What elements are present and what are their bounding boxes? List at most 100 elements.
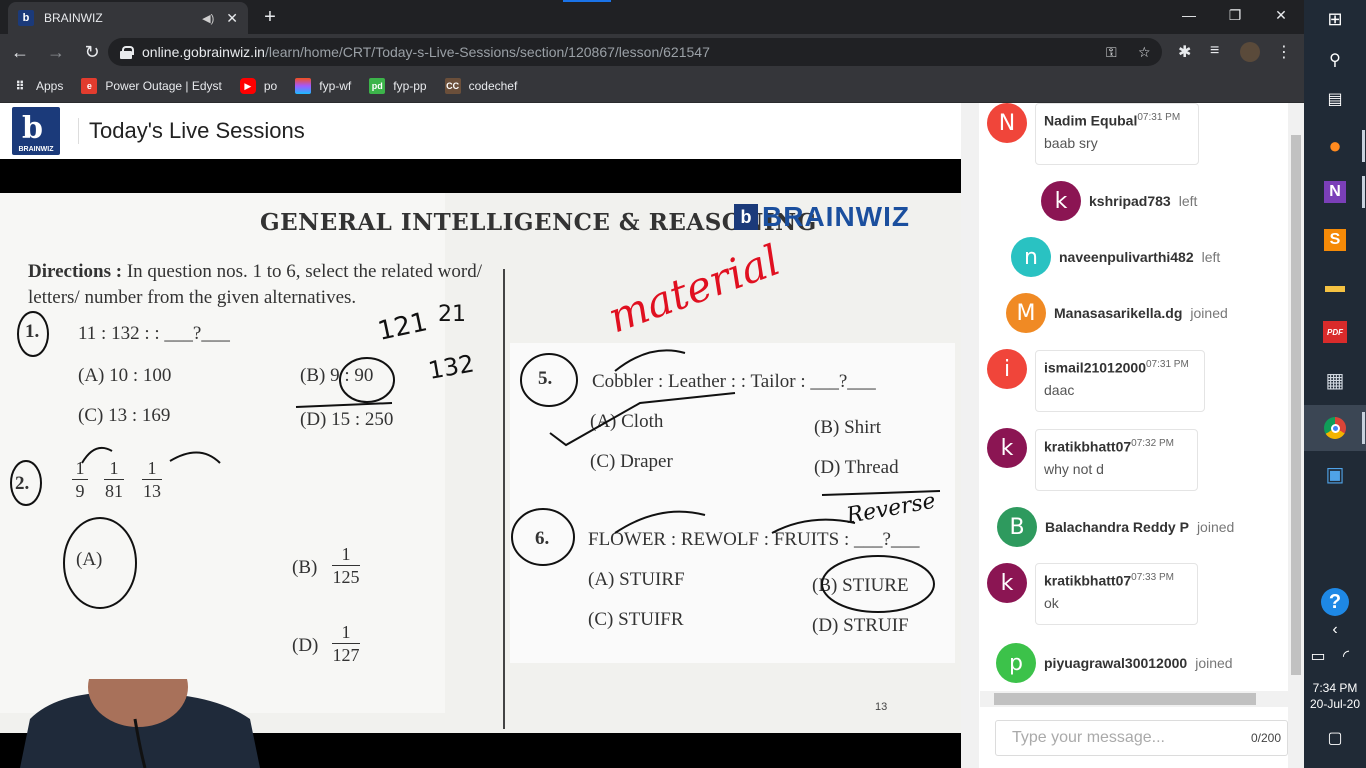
bookmark-label: Apps [36, 79, 64, 93]
notifications-icon[interactable]: ▢ [1319, 722, 1351, 754]
address-bar[interactable]: online.gobrainwiz.in /learn/home/CRT/Tod… [108, 38, 1162, 66]
lecture-slide: GENERAL INTELLIGENCE & REASONING b BRAIN… [0, 193, 961, 733]
page-title: Today's Live Sessions [78, 118, 305, 144]
char-counter: 0/200 [1250, 731, 1281, 745]
page-header: b BRAINWIZ Today's Live Sessions [0, 103, 961, 159]
chat-system-line: Balachandra Reddy P joined [1045, 519, 1234, 535]
close-window-icon[interactable]: ✕ [1258, 4, 1304, 28]
task-view-icon[interactable]: ▤ [1319, 83, 1351, 115]
message-text: baab sry [1044, 134, 1098, 151]
avatar: k [987, 563, 1027, 603]
chat-system-line: kshripad783 left [1089, 193, 1197, 209]
browser-chrome: b BRAINWIZ ◀) ✕ + — ❐ ✕ ← → ↻ online.gob… [0, 0, 1304, 103]
arc-q2 [169, 451, 221, 464]
avatar: B [997, 507, 1037, 547]
brainwiz-logo[interactable]: b BRAINWIZ [12, 107, 60, 155]
chat-scrollbar-thumb[interactable] [1291, 135, 1301, 675]
codechef-icon: CC [444, 78, 461, 94]
back-icon[interactable]: ← [4, 36, 36, 68]
search-icon[interactable]: ⚲ [1319, 44, 1351, 76]
windows-start-icon[interactable]: ⊞ [1319, 3, 1351, 35]
user-name: naveenpulivarthi482 [1059, 249, 1194, 265]
chat-system-line: Manasasarikella.dg joined [1054, 305, 1228, 321]
message-text: ok [1044, 594, 1059, 611]
message-author: kratikbhatt0707:32 PM [1044, 438, 1189, 455]
url-host: online.gobrainwiz.in [142, 44, 265, 60]
avatar: N [987, 103, 1027, 143]
bookmarks-bar: ⠿ Apps e Power Outage | Edyst ▶ po fyp-w… [0, 70, 1304, 103]
apps-grid-icon: ⠿ [15, 79, 25, 93]
bookmark-fyp-pp[interactable]: pd fyp-pp [369, 78, 427, 94]
circle-q2 [10, 460, 42, 506]
bookmark-star-icon[interactable]: ☆ [1138, 44, 1151, 61]
battery-icon[interactable]: ▭ [1306, 640, 1330, 672]
bookmark-edyst[interactable]: e Power Outage | Edyst [81, 78, 222, 94]
bookmark-label: Power Outage | Edyst [105, 79, 222, 93]
browser-tab[interactable]: b BRAINWIZ ◀) ✕ [8, 2, 248, 34]
chat-message: ismail2101200007:31 PM daac [1035, 350, 1205, 412]
pdf-reader-icon[interactable]: PDF [1319, 316, 1351, 348]
author-name: kratikbhatt07 [1044, 438, 1132, 455]
annotation-132: 132 [426, 349, 476, 385]
url-path: /learn/home/CRT/Today-s-Live-Sessions/se… [264, 44, 710, 60]
video-player[interactable]: GENERAL INTELLIGENCE & REASONING b BRAIN… [0, 159, 961, 768]
lock-icon[interactable] [120, 46, 134, 59]
chat-message-input[interactable] [996, 721, 1226, 755]
message-time: 07:31 PM [1137, 112, 1181, 123]
arc-q2-b [81, 447, 113, 464]
annotation-121: 121 [375, 307, 430, 347]
bookmark-label: fyp-wf [319, 79, 352, 93]
edyst-icon: e [81, 78, 98, 94]
message-author: ismail2101200007:31 PM [1044, 359, 1196, 376]
bookmark-label: codechef [468, 79, 518, 93]
new-tab-icon[interactable]: + [258, 6, 282, 29]
bookmark-codechef[interactable]: CC codechef [444, 78, 518, 94]
forward-icon[interactable]: → [40, 36, 72, 68]
chat-horizontal-scrollbar-thumb[interactable] [994, 693, 1256, 705]
logo-text: BRAINWIZ [18, 146, 54, 153]
chat-message: kratikbhatt0707:32 PM why not d [1035, 429, 1198, 491]
avatar: k [1041, 181, 1081, 221]
bookmark-apps[interactable]: ⠿ Apps [12, 78, 63, 94]
extensions-icon[interactable]: ✱ [1178, 42, 1191, 62]
file-explorer-icon[interactable]: ▬ [1319, 270, 1351, 302]
audio-playing-icon[interactable]: ◀) [202, 12, 214, 25]
user-action: joined [1196, 519, 1235, 535]
restore-icon[interactable]: ❐ [1212, 4, 1258, 28]
firefox-icon[interactable]: ● [1319, 130, 1351, 162]
profile-avatar[interactable] [1240, 42, 1260, 62]
chat-input-box: 0/200 [995, 720, 1288, 756]
calculator-icon[interactable]: ▦ [1319, 364, 1351, 396]
close-tab-icon[interactable]: ✕ [226, 10, 238, 27]
avatar: M [1006, 293, 1046, 333]
youtube-icon: ▶ [239, 78, 256, 94]
figma-icon [295, 78, 312, 94]
media-control-icon[interactable]: ≡ [1210, 42, 1219, 60]
tab-title: BRAINWIZ [44, 11, 103, 25]
sublime-icon[interactable]: S [1319, 224, 1351, 256]
author-name: Nadim Equbal [1044, 112, 1138, 129]
system-clock[interactable]: 7:34 PM 20-Jul-20 [1304, 680, 1366, 712]
chat-system-line: piyuagrawal30012000 joined [1044, 655, 1233, 671]
onenote-icon[interactable]: N [1319, 176, 1351, 208]
bookmark-label: fyp-pp [393, 79, 427, 93]
bookmark-fyp-wf[interactable]: fyp-wf [295, 78, 351, 94]
reload-icon[interactable]: ↻ [76, 36, 108, 68]
screen: b BRAINWIZ ◀) ✕ + — ❐ ✕ ← → ↻ online.gob… [0, 0, 1366, 768]
bookmark-po[interactable]: ▶ po [239, 78, 277, 94]
chat-message: kratikbhatt0707:33 PM ok [1035, 563, 1198, 625]
avatar: p [996, 643, 1036, 683]
chrome-icon[interactable] [1319, 412, 1351, 444]
key-icon[interactable]: ⚿ [1106, 44, 1117, 61]
author-name: ismail21012000 [1044, 359, 1146, 376]
circle-q6-b [821, 555, 935, 613]
avatar: k [987, 428, 1027, 468]
user-name: Balachandra Reddy P [1045, 519, 1189, 535]
photos-icon[interactable]: ▣ [1319, 458, 1351, 490]
user-name: piyuagrawal30012000 [1044, 655, 1188, 671]
chat-left-scrollbar[interactable] [961, 103, 979, 768]
arrow-q5 [614, 349, 686, 372]
minimize-icon[interactable]: — [1166, 4, 1212, 28]
wifi-icon[interactable]: ◜ [1334, 640, 1358, 672]
menu-icon[interactable]: ⋮ [1276, 42, 1292, 62]
